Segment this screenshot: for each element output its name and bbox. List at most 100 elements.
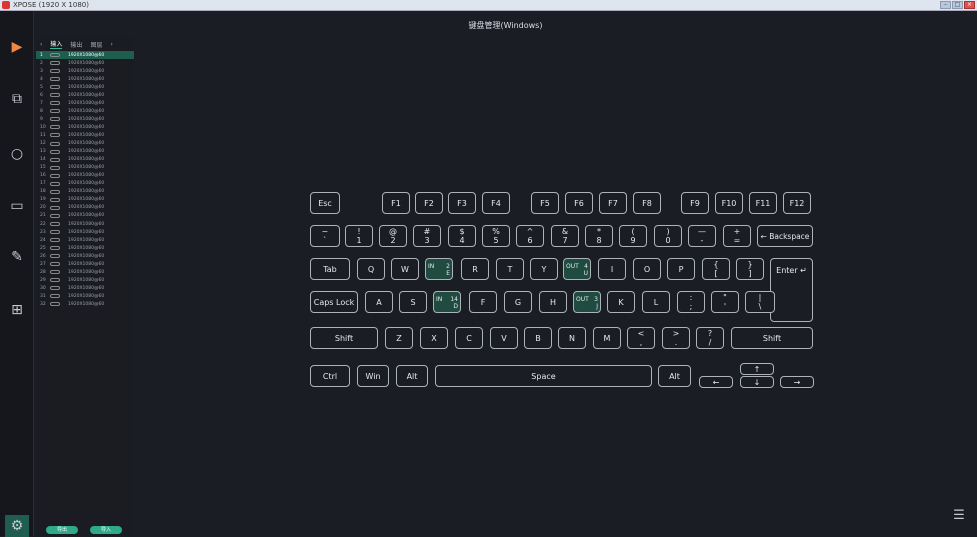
key-period[interactable]: > . — [662, 327, 690, 349]
key-e[interactable]: IN 2 E — [425, 258, 453, 280]
key-f1[interactable]: F1 — [382, 192, 410, 214]
list-item[interactable]: 11 1920X1080@60 — [36, 131, 134, 139]
key-f9[interactable]: F9 — [681, 192, 709, 214]
key-i[interactable]: I — [598, 258, 626, 280]
key-f6[interactable]: F6 — [565, 192, 593, 214]
key-space[interactable]: Space — [435, 365, 652, 387]
key-z[interactable]: Z — [385, 327, 413, 349]
tab-prev-icon[interactable]: ‹ — [40, 41, 42, 48]
search-icon[interactable]: ○ — [9, 146, 25, 162]
key-esc[interactable]: Esc — [310, 192, 340, 214]
key-p[interactable]: P — [667, 258, 695, 280]
list-item[interactable]: 14 1920X1080@60 — [36, 156, 134, 164]
list-item[interactable]: 20 1920X1080@60 — [36, 204, 134, 212]
list-item[interactable]: 12 1920X1080@60 — [36, 140, 134, 148]
key-q[interactable]: Q — [357, 258, 385, 280]
list-item[interactable]: 23 1920X1080@60 — [36, 228, 134, 236]
key-arrow-up[interactable]: ↑ — [740, 363, 774, 375]
list-item[interactable]: 29 1920X1080@60 — [36, 276, 134, 284]
key-f7[interactable]: F7 — [599, 192, 627, 214]
list-item[interactable]: 4 1920X1080@60 — [36, 75, 134, 83]
key-t[interactable]: T — [496, 258, 524, 280]
list-item[interactable]: 9 1920X1080@60 — [36, 115, 134, 123]
key-u[interactable]: OUT 4 U — [563, 258, 591, 280]
key-1[interactable]: ! 1 — [345, 225, 373, 247]
maximize-button[interactable]: □ — [952, 1, 963, 9]
key-quote[interactable]: " ' — [711, 291, 739, 313]
list-item[interactable]: 24 1920X1080@60 — [36, 236, 134, 244]
key-s[interactable]: S — [399, 291, 427, 313]
list-item[interactable]: 21 1920X1080@60 — [36, 212, 134, 220]
list-item[interactable]: 27 1920X1080@60 — [36, 260, 134, 268]
list-item[interactable]: 13 1920X1080@60 — [36, 148, 134, 156]
key-d[interactable]: IN 14 D — [433, 291, 461, 313]
list-item[interactable]: 22 1920X1080@60 — [36, 220, 134, 228]
key-c[interactable]: C — [455, 327, 483, 349]
list-item[interactable]: 7 1920X1080@60 — [36, 99, 134, 107]
key-f12[interactable]: F12 — [783, 192, 811, 214]
key-r[interactable]: R — [461, 258, 489, 280]
key-tab[interactable]: Tab — [310, 258, 350, 280]
tab-output[interactable]: 输出 — [70, 40, 82, 49]
key-alt-right[interactable]: Alt — [658, 365, 691, 387]
edit-icon[interactable]: ✎ — [9, 249, 25, 265]
minimize-button[interactable]: – — [940, 1, 951, 9]
sliders-icon[interactable]: ☰ — [951, 508, 967, 524]
key-2[interactable]: @ 2 — [379, 225, 407, 247]
list-item[interactable]: 32 1920X1080@60 — [36, 300, 134, 308]
key-9[interactable]: ( 9 — [619, 225, 647, 247]
list-item[interactable]: 19 1920X1080@60 — [36, 196, 134, 204]
list-item[interactable]: 28 1920X1080@60 — [36, 268, 134, 276]
grid-icon[interactable]: ⊞ — [9, 302, 25, 318]
key-g[interactable]: G — [504, 291, 532, 313]
key-v[interactable]: V — [490, 327, 518, 349]
tab-input[interactable]: 输入 — [50, 39, 63, 49]
import-button[interactable]: 导入 — [90, 526, 122, 534]
list-item[interactable]: 3 1920X1080@60 — [36, 67, 134, 75]
key-f2[interactable]: F2 — [415, 192, 443, 214]
key-enter[interactable]: Enter ↵ — [770, 258, 813, 322]
key-a[interactable]: A — [365, 291, 393, 313]
key-slash[interactable]: ? / — [696, 327, 724, 349]
key-4[interactable]: $ 4 — [448, 225, 476, 247]
key-semicolon[interactable]: : ; — [677, 291, 705, 313]
key-l[interactable]: L — [642, 291, 670, 313]
key-minus[interactable]: — - — [688, 225, 716, 247]
list-item[interactable]: 5 1920X1080@60 — [36, 83, 134, 91]
key-alt-left[interactable]: Alt — [396, 365, 428, 387]
key-f10[interactable]: F10 — [715, 192, 743, 214]
key-f4[interactable]: F4 — [482, 192, 510, 214]
key-o[interactable]: O — [633, 258, 661, 280]
key-8[interactable]: * 8 — [585, 225, 613, 247]
key-shift-left[interactable]: Shift — [310, 327, 378, 349]
settings-gear-icon[interactable]: ⚙ — [5, 515, 29, 537]
list-item[interactable]: 26 1920X1080@60 — [36, 252, 134, 260]
list-item[interactable]: 8 1920X1080@60 — [36, 107, 134, 115]
key-3[interactable]: # 3 — [413, 225, 441, 247]
tab-layer[interactable]: 图层 — [90, 40, 102, 49]
key-arrow-down[interactable]: ↓ — [740, 376, 774, 388]
key-shift-right[interactable]: Shift — [731, 327, 813, 349]
list-item[interactable]: 2 1920X1080@60 — [36, 59, 134, 67]
key-arrow-left[interactable]: ← — [699, 376, 733, 388]
key-w[interactable]: W — [391, 258, 419, 280]
tab-next-icon[interactable]: › — [110, 41, 112, 48]
list-item[interactable]: 18 1920X1080@60 — [36, 188, 134, 196]
key-f8[interactable]: F8 — [633, 192, 661, 214]
key-ctrl[interactable]: Ctrl — [310, 365, 350, 387]
key-n[interactable]: N — [558, 327, 586, 349]
key-6[interactable]: ^ 6 — [516, 225, 544, 247]
key-backspace[interactable]: ← Backspace — [757, 225, 813, 247]
key-x[interactable]: X — [420, 327, 448, 349]
key-5[interactable]: % 5 — [482, 225, 510, 247]
key-f[interactable]: F — [469, 291, 497, 313]
key-k[interactable]: K — [607, 291, 635, 313]
key-b[interactable]: B — [524, 327, 552, 349]
play-icon[interactable]: ▶ — [9, 39, 25, 55]
key-m[interactable]: M — [593, 327, 621, 349]
list-item[interactable]: 1 1920X1080@60 — [36, 51, 134, 60]
key-f11[interactable]: F11 — [749, 192, 777, 214]
key-y[interactable]: Y — [530, 258, 558, 280]
key-caps-lock[interactable]: Caps Lock — [310, 291, 358, 313]
key-backslash[interactable]: | \ — [745, 291, 775, 313]
